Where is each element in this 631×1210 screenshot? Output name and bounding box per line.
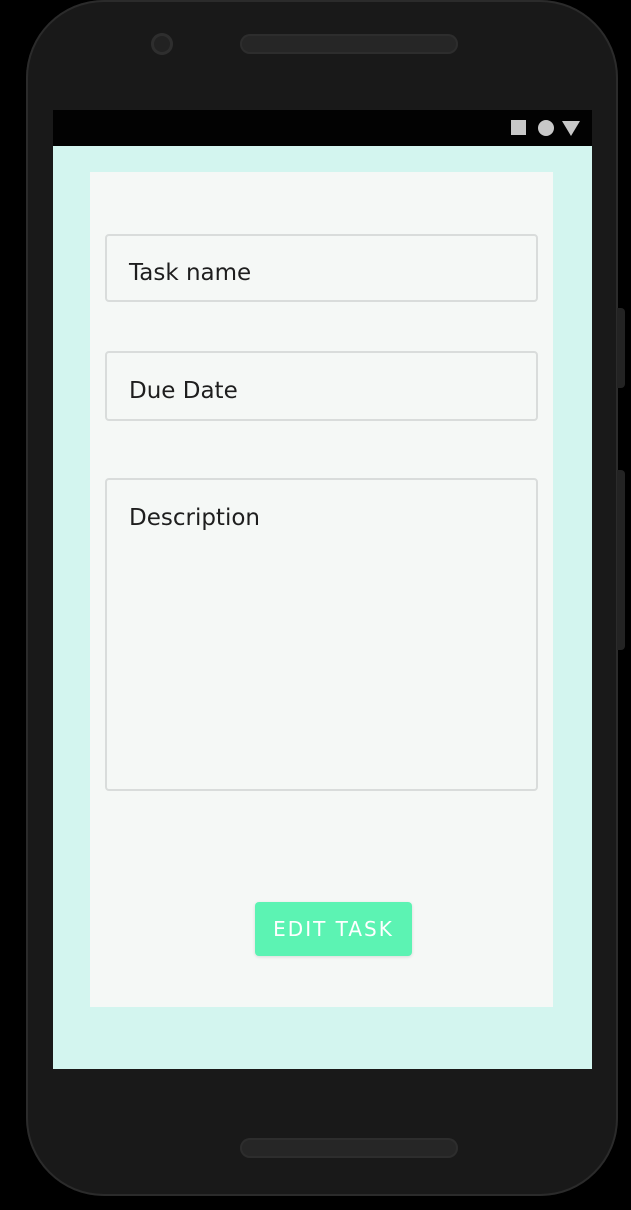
front-camera — [151, 33, 173, 55]
signal-triangle-icon — [562, 121, 580, 136]
volume-button — [617, 470, 625, 650]
due-date-input[interactable]: Due Date — [105, 351, 538, 421]
due-date-placeholder: Due Date — [129, 378, 238, 404]
stop-square-icon — [511, 120, 526, 135]
status-bar — [53, 110, 592, 146]
description-placeholder: Description — [129, 505, 260, 531]
task-name-placeholder: Task name — [129, 260, 252, 286]
description-textarea[interactable]: Description — [105, 478, 538, 791]
edit-task-button[interactable]: EDIT TASK — [255, 902, 412, 956]
power-button — [617, 308, 625, 388]
app-screen: Task name Due Date Description EDIT TASK — [53, 110, 592, 1069]
bottom-speaker — [240, 1138, 458, 1158]
edit-task-form: Task name Due Date Description EDIT TASK — [90, 172, 553, 1007]
task-name-input[interactable]: Task name — [105, 234, 538, 302]
top-speaker — [240, 34, 458, 54]
record-circle-icon — [538, 120, 554, 136]
